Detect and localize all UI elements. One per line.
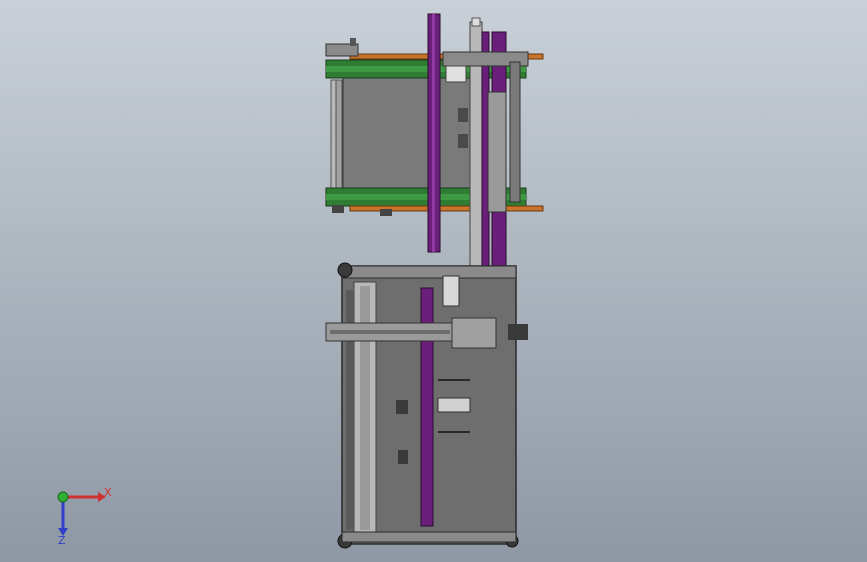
crossbeam-end-motor	[508, 324, 528, 340]
mid-component-2	[396, 400, 408, 414]
motor-body	[442, 275, 460, 307]
z-axis-label: Z	[58, 534, 66, 547]
lower-foot-center	[380, 209, 392, 216]
sensor-block-1	[458, 108, 468, 122]
mid-component-3	[398, 450, 408, 464]
rail-carriage-small	[445, 65, 467, 83]
wheel-top-left	[337, 262, 353, 278]
lower-machine-base	[325, 262, 528, 549]
right-side-rail	[509, 61, 521, 203]
top-left-knob	[350, 38, 356, 46]
crossbeam-slot	[330, 330, 450, 334]
column-top-cap	[471, 17, 481, 27]
sensor-block-2	[458, 134, 468, 148]
lower-foot-left	[332, 205, 344, 213]
y-axis-dot	[57, 491, 69, 503]
vertical-slide-block	[487, 91, 507, 213]
assembly-drawing[interactable]: X Z	[0, 0, 867, 562]
conveyor-bed	[342, 77, 474, 195]
base-bottom-bar	[341, 531, 517, 543]
cad-viewport[interactable]: X Z	[0, 0, 867, 562]
long-purple-rail-left-slot	[432, 14, 435, 252]
right-roller-bar	[335, 79, 343, 191]
x-axis-label: X	[104, 486, 112, 499]
crossbeam-carriage	[451, 317, 497, 349]
bottom-orange-rail	[349, 205, 544, 212]
base-top-plate	[341, 265, 517, 279]
mid-component-1	[437, 397, 471, 413]
